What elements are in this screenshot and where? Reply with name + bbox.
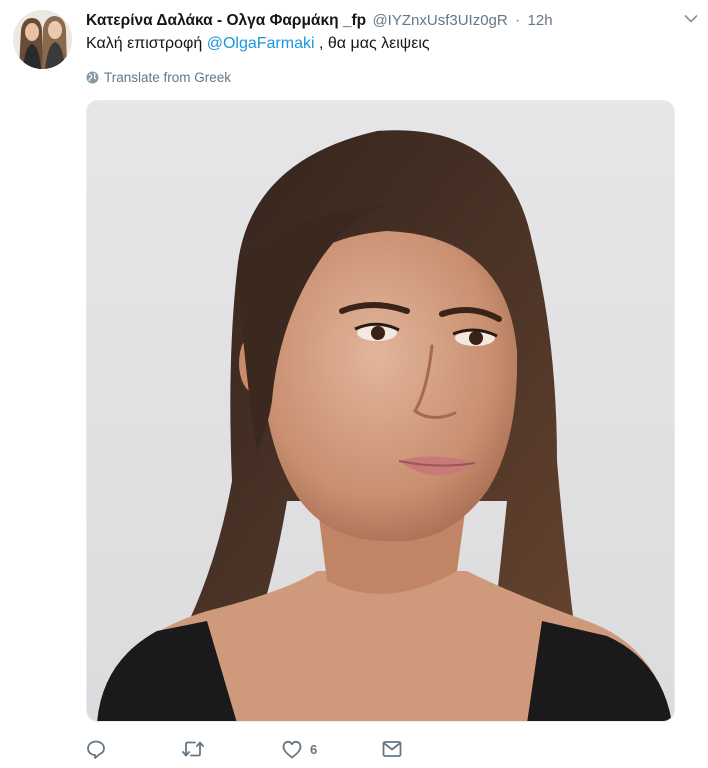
username-handle[interactable]: @IYZnxUsf3UIz0gR <box>372 12 507 29</box>
tweet-header: Κατερίνα Δαλάκα - Ολγα Φαρμάκη _fp @IYZn… <box>86 10 648 32</box>
avatar[interactable] <box>13 10 72 69</box>
translate-link[interactable]: Translate from Greek <box>86 67 231 87</box>
retweet-icon <box>182 741 204 757</box>
tweet-actions: 6 <box>86 736 486 762</box>
tweet[interactable]: Κατερίνα Δαλάκα - Ολγα Φαρμάκη _fp @IYZn… <box>0 0 708 768</box>
separator-dot: · <box>515 12 521 29</box>
like-count: 6 <box>310 741 318 757</box>
tweet-photo[interactable] <box>86 100 675 722</box>
retweet-button[interactable] <box>182 736 204 762</box>
tweet-text: Καλή επιστροφή @OlgaFarmaki , θα μας λει… <box>86 33 430 55</box>
display-name[interactable]: Κατερίνα Δαλάκα - Ολγα Φαρμάκη _fp <box>86 12 366 29</box>
tweet-text-start: Καλή επιστροφή <box>86 35 207 52</box>
reply-icon <box>87 740 105 759</box>
like-button[interactable]: 6 <box>282 736 317 762</box>
direct-message-button[interactable] <box>382 736 402 762</box>
tweet-text-end: , θα μας λειψεις <box>314 35 430 52</box>
mention-link[interactable]: @OlgaFarmaki <box>207 35 315 52</box>
envelope-icon <box>382 741 402 757</box>
timestamp[interactable]: 12h <box>528 12 553 29</box>
translate-label: Translate from Greek <box>104 69 232 85</box>
heart-icon <box>282 740 302 758</box>
globe-icon <box>86 71 99 83</box>
reply-button[interactable] <box>86 736 106 762</box>
chevron-down-icon[interactable] <box>684 14 698 24</box>
